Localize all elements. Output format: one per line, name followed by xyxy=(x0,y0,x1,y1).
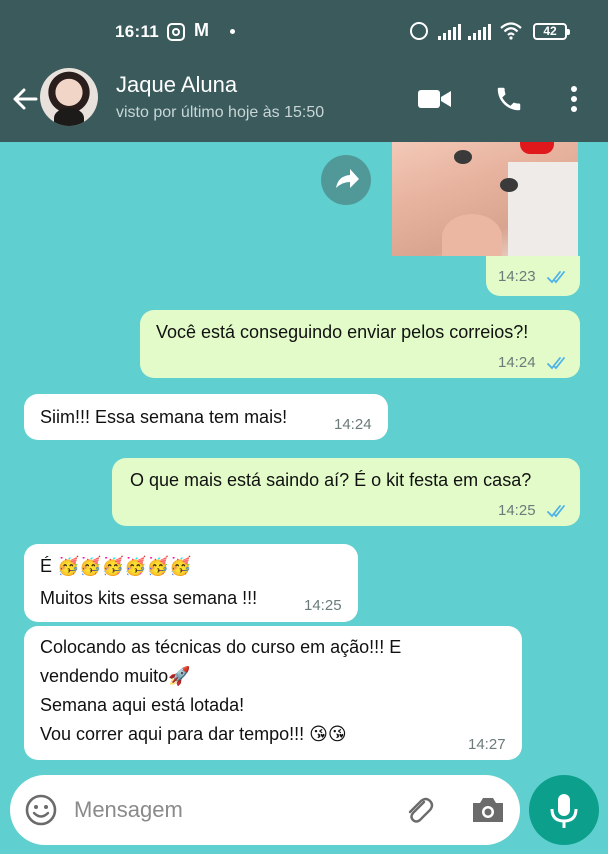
battery-icon: 42 xyxy=(533,23,570,40)
message-bubble-incoming[interactable]: Colocando as técnicas do curso em ação!!… xyxy=(24,626,522,760)
avatar[interactable] xyxy=(40,68,98,126)
message-text: O que mais está saindo aí? É o kit festa… xyxy=(130,470,532,490)
read-receipt-icon xyxy=(547,357,565,370)
message-time: 14:25 xyxy=(498,502,536,519)
emoji-icon[interactable] xyxy=(24,793,58,827)
instagram-icon xyxy=(167,23,185,41)
attach-icon[interactable] xyxy=(402,793,436,827)
message-time: 14:24 xyxy=(334,416,372,433)
last-seen-status: visto por último hoje às 15:50 xyxy=(116,104,325,121)
notification-dot-icon xyxy=(230,29,235,34)
forward-button[interactable] xyxy=(321,155,371,205)
message-time: 14:27 xyxy=(468,736,506,753)
mic-button[interactable] xyxy=(529,775,599,845)
message-time: 14:24 xyxy=(498,354,536,371)
message-text-line: É 🥳🥳🥳🥳🥳🥳 xyxy=(40,556,192,576)
video-call-icon[interactable] xyxy=(418,88,452,110)
message-text-line: Colocando as técnicas do curso em ação!!… xyxy=(40,637,402,657)
message-input[interactable] xyxy=(74,793,374,827)
back-arrow-icon[interactable] xyxy=(10,84,40,114)
more-vert-icon[interactable] xyxy=(566,84,582,114)
read-receipt-icon xyxy=(547,505,565,518)
signal-icon xyxy=(468,24,491,40)
mail-icon: M xyxy=(194,20,209,40)
read-receipt-icon xyxy=(547,271,565,284)
wifi-icon xyxy=(500,22,522,40)
message-text: Você está conseguindo enviar pelos corre… xyxy=(156,322,529,342)
status-bar: 16:11 M 42 xyxy=(0,0,608,62)
signal-icon xyxy=(438,24,461,40)
phone-icon[interactable] xyxy=(494,84,524,114)
mic-icon xyxy=(550,794,578,828)
message-text: Siim!!! Essa semana tem mais! xyxy=(40,407,288,427)
chat-area[interactable]: 14:23 Você está conseguindo enviar pelos… xyxy=(0,142,608,854)
message-composer xyxy=(10,775,520,845)
alarm-icon xyxy=(410,22,428,40)
message-text-line: Semana aqui está lotada! xyxy=(40,695,245,715)
forward-icon xyxy=(336,169,359,188)
camera-icon[interactable] xyxy=(470,795,506,825)
status-time: 16:11 xyxy=(115,22,160,41)
contact-name[interactable]: Jaque Aluna xyxy=(116,72,237,98)
message-text-line: vendendo muito🚀 xyxy=(40,666,191,686)
message-time: 14:25 xyxy=(304,597,342,614)
chat-header: Jaque Aluna visto por último hoje às 15:… xyxy=(0,62,608,142)
image-message[interactable] xyxy=(392,142,578,256)
message-time: 14:23 xyxy=(498,268,536,285)
message-text-line: Muitos kits essa semana !!! xyxy=(40,588,258,608)
message-text-line: Vou correr aqui para dar tempo!!! 😘😘 xyxy=(40,724,347,744)
